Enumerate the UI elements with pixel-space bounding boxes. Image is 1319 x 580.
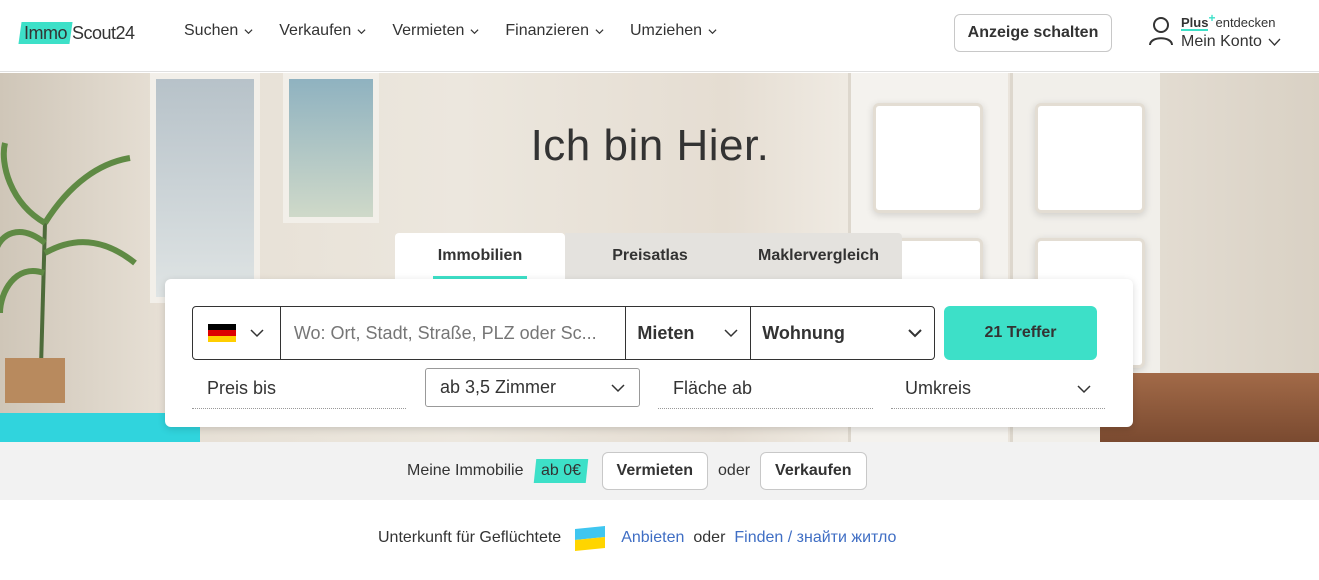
refugee-section: Unterkunft für Geflüchtete Anbieten oder… [0, 500, 1319, 580]
verkaufen-button[interactable]: Verkaufen [760, 452, 867, 490]
tab-maklervergleich-label: Maklervergleich [758, 247, 879, 264]
nav-umziehen-label: Umziehen [629, 22, 703, 39]
price-badge: ab 0€ [534, 459, 589, 483]
nav-vermieten[interactable]: Vermieten [392, 22, 479, 40]
chevron-down-icon [244, 28, 253, 34]
tab-preisatlas[interactable]: Preisatlas [565, 233, 735, 279]
nav-verkaufen[interactable]: Verkaufen [279, 22, 366, 40]
plus-sup: + [1208, 11, 1216, 25]
price-badge-text: ab 0€ [541, 462, 582, 479]
preis-bis-field[interactable]: Preis bis [192, 369, 406, 409]
ukraine-flag-icon [575, 526, 606, 551]
search-panel: Mieten Wohnung 21 Treffer Preis bis ab 3… [165, 279, 1133, 427]
immoscout24-logo[interactable]: Immo Scout24 [18, 20, 135, 46]
account-menu[interactable]: Plus+entdecken Mein Konto [1148, 11, 1298, 55]
mieten-select[interactable]: Mieten [626, 307, 752, 359]
chevron-down-icon [595, 28, 604, 34]
germany-flag-icon [208, 324, 237, 342]
nav-vermieten-label: Vermieten [392, 22, 465, 39]
user-icon [1149, 17, 1173, 46]
zimmer-select-value: ab 3,5 Zimmer [440, 377, 557, 397]
vermieten-button[interactable]: Vermieten [601, 452, 709, 490]
nav-suchen[interactable]: Suchen [184, 22, 253, 40]
anzeige-schalten-button[interactable]: Anzeige schalten [954, 14, 1112, 52]
logo-scout-text: Scout24 [72, 22, 135, 43]
plus-entdecken: Plus+entdecken [1181, 11, 1276, 30]
chevron-down-icon [724, 329, 738, 338]
entdecken-label: entdecken [1215, 15, 1276, 30]
main-nav: Suchen Verkaufen Vermieten Finanzieren U… [184, 22, 717, 40]
nav-suchen-label: Suchen [184, 22, 239, 39]
bottom-oder-text: oder [693, 529, 726, 546]
zimmer-select[interactable]: ab 3,5 Zimmer [425, 368, 640, 407]
chevron-down-icon [357, 28, 366, 34]
finden-link[interactable]: Finden / знайти житло [734, 529, 896, 547]
anbieten-link[interactable]: Anbieten [621, 529, 684, 547]
logo-immo-text: Immo [24, 23, 67, 43]
flaeche-ab-label: Fläche ab [673, 378, 753, 398]
nav-umziehen[interactable]: Umziehen [630, 22, 717, 40]
location-input[interactable] [293, 322, 619, 344]
nav-finanzieren-label: Finanzieren [505, 22, 589, 39]
tab-immobilien[interactable]: Immobilien [395, 233, 565, 279]
tab-immobilien-label: Immobilien [437, 247, 523, 264]
tab-maklervergleich[interactable]: Maklervergleich [735, 233, 902, 279]
meine-immobilie-text: Meine Immobilie [407, 462, 524, 479]
mein-konto-label: Mein Konto [1181, 33, 1262, 50]
plus-label: Plus [1181, 15, 1209, 30]
location-field [281, 307, 627, 359]
nav-verkaufen-label: Verkaufen [279, 22, 352, 39]
chevron-down-icon [250, 329, 264, 338]
wohnung-select-value: Wohnung [762, 322, 845, 343]
refugee-text: Unterkunft für Geflüchtete [378, 529, 562, 546]
flaeche-ab-field[interactable]: Fläche ab [658, 369, 873, 409]
chevron-down-icon [708, 28, 717, 34]
oder-text: oder [718, 462, 751, 479]
preis-bis-label: Preis bis [207, 378, 277, 398]
treffer-button[interactable]: 21 Treffer [944, 306, 1097, 360]
tab-preisatlas-label: Preisatlas [612, 247, 688, 264]
site-header: Immo Scout24 Suchen Verkaufen Vermieten … [0, 0, 1319, 72]
nav-finanzieren[interactable]: Finanzieren [505, 22, 604, 40]
wohnung-select[interactable]: Wohnung [751, 307, 934, 359]
chevron-down-icon [470, 28, 479, 34]
meine-immobilie-strip: Meine Immobilie ab 0€ Vermieten oder Ver… [0, 442, 1319, 500]
chevron-down-icon [1077, 384, 1091, 393]
search-row: Mieten Wohnung [192, 306, 935, 360]
hero-window [150, 73, 260, 303]
chevron-down-icon [611, 383, 625, 392]
country-select[interactable] [193, 307, 281, 359]
umkreis-select[interactable]: Umkreis [891, 369, 1105, 409]
mein-konto: Mein Konto [1181, 33, 1281, 51]
umkreis-select-value: Umkreis [905, 378, 971, 398]
chevron-down-icon [1268, 38, 1281, 46]
search-tabs: Immobilien Preisatlas Maklervergleich [395, 233, 902, 279]
mieten-select-value: Mieten [637, 322, 695, 343]
hero-title: Ich bin Hier. [530, 121, 770, 170]
chevron-down-icon [908, 329, 922, 338]
